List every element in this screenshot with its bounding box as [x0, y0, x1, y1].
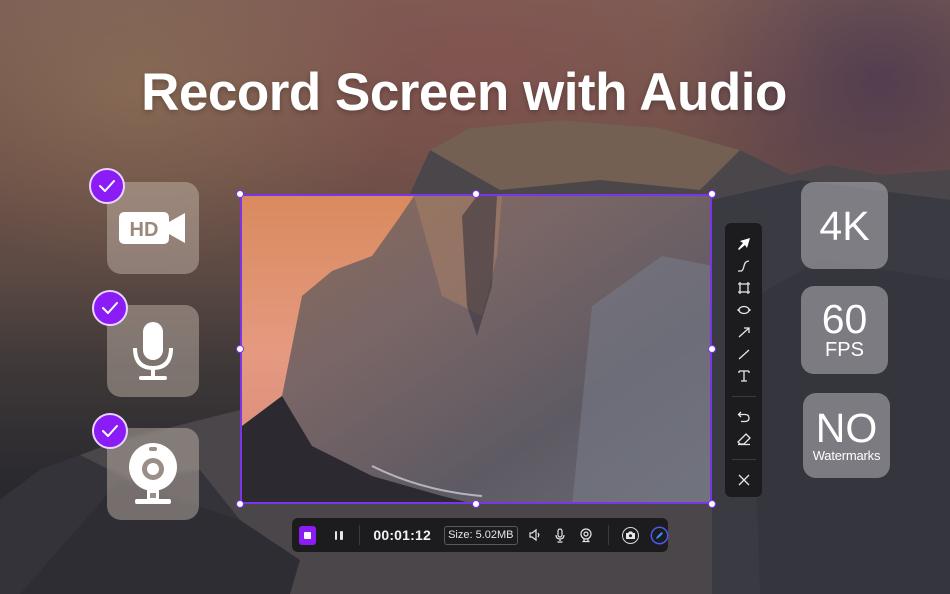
resize-handle-top[interactable] [472, 190, 480, 198]
resize-handle-left[interactable] [236, 345, 244, 353]
pause-button[interactable] [333, 529, 344, 541]
badge-no-watermarks: NO Watermarks [803, 393, 890, 478]
resize-handle-top-right[interactable] [708, 190, 716, 198]
tool-eraser[interactable] [732, 428, 756, 450]
annotation-toolbar [725, 223, 762, 497]
webcam-check-badge[interactable] [92, 413, 128, 449]
badge-60fps: 60 FPS [801, 286, 888, 374]
tool-text[interactable] [732, 365, 756, 387]
tool-freehand[interactable] [732, 255, 756, 277]
badge-no-text: NO [815, 405, 878, 451]
hd-check-badge[interactable] [89, 168, 125, 204]
resize-handle-bottom[interactable] [472, 500, 480, 508]
eraser-icon [736, 433, 751, 446]
freehand-curve-icon [737, 260, 749, 272]
tool-ellipse[interactable] [732, 299, 756, 321]
badge-4k-text: 4K [819, 202, 870, 249]
close-icon [738, 474, 749, 486]
microphone-toggle[interactable] [552, 526, 569, 544]
bar-divider [359, 525, 361, 545]
stop-button[interactable] [299, 525, 317, 545]
badge-fps-number: 60 [821, 296, 868, 342]
screenshot-button[interactable] [622, 526, 640, 544]
webcam-icon [580, 527, 592, 542]
captured-screen-image [242, 196, 710, 502]
recording-control-bar: 00:01:12 Size: 5.02MB [292, 518, 669, 552]
webcam-icon [129, 443, 177, 504]
microphone-icon [555, 527, 565, 543]
resize-handle-right[interactable] [708, 345, 716, 353]
tool-line[interactable] [732, 343, 756, 365]
toolbar-divider [731, 459, 756, 460]
pause-icon [334, 530, 338, 540]
tool-undo[interactable] [732, 406, 756, 428]
cursor-arrow-icon [737, 238, 750, 250]
badge-fps-label: FPS [825, 339, 864, 361]
ellipse-icon [737, 305, 750, 315]
checkmark-icon [99, 180, 115, 192]
tool-select[interactable] [732, 233, 756, 255]
rectangle-icon [737, 282, 750, 294]
recording-timer: 00:01:12 [373, 527, 431, 543]
headline: Record Screen with Audio [141, 63, 787, 122]
speaker-toggle[interactable] [527, 526, 544, 544]
camera-icon [626, 531, 636, 539]
checkmark-icon [102, 425, 118, 437]
badge-4k: 4K [801, 182, 888, 269]
annotate-button[interactable] [651, 526, 669, 544]
microphone-check-badge[interactable] [92, 290, 128, 326]
text-icon [737, 370, 750, 382]
hd-label: HD [130, 219, 159, 241]
pen-icon [656, 531, 664, 539]
resize-handle-bottom-right[interactable] [708, 500, 716, 508]
speaker-icon [529, 528, 540, 542]
checkmark-icon [102, 302, 118, 314]
tool-arrow[interactable] [732, 321, 756, 343]
undo-icon [737, 411, 750, 423]
bar-divider [608, 525, 610, 545]
line-icon [738, 349, 749, 360]
resize-handle-top-left[interactable] [236, 190, 244, 198]
toolbar-divider [731, 396, 756, 397]
microphone-icon [133, 322, 173, 380]
arrow-icon [738, 327, 750, 338]
stop-icon [304, 531, 312, 539]
tool-close[interactable] [732, 469, 756, 491]
resize-handle-bottom-left[interactable] [236, 500, 244, 508]
hd-camera-icon: HD [119, 212, 185, 244]
capture-region[interactable] [240, 194, 712, 504]
file-size-readout: Size: 5.02MB [444, 525, 518, 545]
webcam-toggle[interactable] [578, 526, 595, 544]
badge-watermarks-label: Watermarks [812, 448, 881, 463]
tool-rectangle[interactable] [732, 277, 756, 299]
